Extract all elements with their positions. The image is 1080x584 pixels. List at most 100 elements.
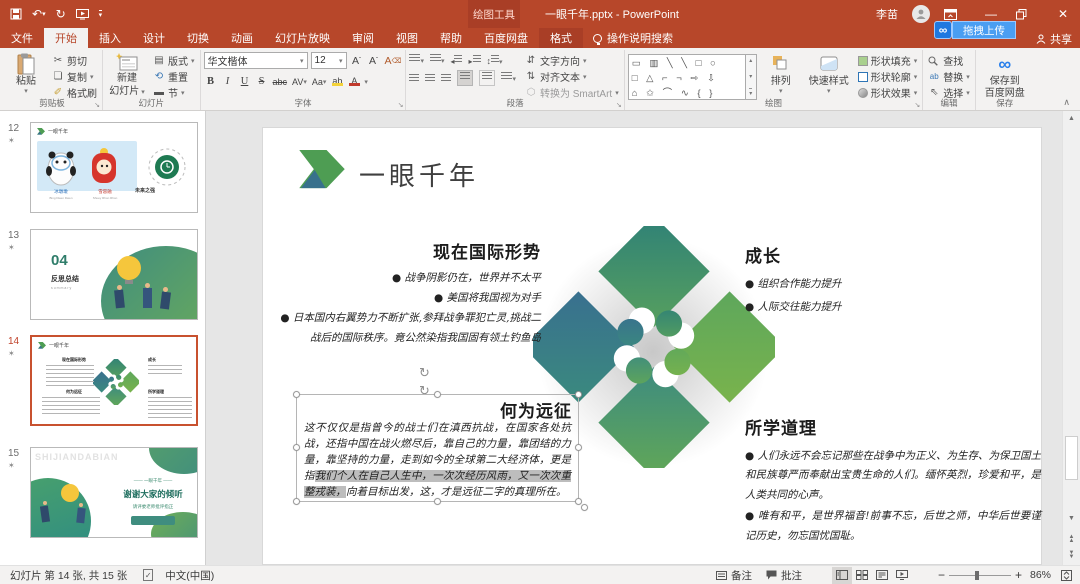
slide-thumbnail-14[interactable]: 一眼千年 现在国际形势 成长 何为远征 所学道理 bbox=[30, 335, 198, 426]
font-color-button[interactable]: A bbox=[347, 74, 361, 90]
save-icon[interactable] bbox=[10, 8, 22, 20]
copy-button[interactable]: ❏复制▾ bbox=[50, 69, 99, 84]
ribbon-display-options-icon[interactable] bbox=[944, 9, 966, 20]
align-center-button[interactable] bbox=[425, 74, 435, 83]
tab-transitions[interactable]: 切换 bbox=[176, 28, 220, 48]
text-direction-button[interactable]: ⇵文字方向▾ bbox=[523, 53, 621, 68]
slide-thumbnail-15[interactable]: SHIJIANDABIAN —— 一眼千年 —— 谢谢大家的倾听 请评委老师批评… bbox=[30, 447, 198, 538]
arrange-button[interactable]: 排列▾ bbox=[760, 51, 802, 97]
comments-button[interactable]: 批注 bbox=[766, 568, 802, 583]
clipboard-dialog-launcher[interactable]: ↘ bbox=[94, 101, 100, 109]
tab-home[interactable]: 开始 bbox=[44, 28, 88, 48]
decrease-indent-button[interactable]: ◂ bbox=[450, 55, 462, 66]
section-international[interactable]: 现在国际形势 ● 战争阴影仍在，世界并不太平 ● 美国将我国视为对手 ● 日本国… bbox=[273, 238, 541, 349]
slideshow-view-button[interactable] bbox=[892, 567, 912, 584]
zoom-in-button[interactable]: + bbox=[1015, 568, 1022, 582]
minimize-button[interactable]: — bbox=[980, 7, 1002, 21]
resize-handle[interactable] bbox=[434, 498, 441, 505]
increase-indent-button[interactable]: ▸ bbox=[468, 55, 480, 66]
tab-insert[interactable]: 插入 bbox=[88, 28, 132, 48]
share-button[interactable]: 共享 bbox=[1036, 31, 1072, 47]
spellcheck-icon[interactable]: ✓ bbox=[143, 569, 153, 581]
reset-button[interactable]: ⟲重置 bbox=[151, 69, 197, 84]
bold-button[interactable]: B bbox=[204, 74, 218, 90]
scroll-up-icon[interactable]: ▲ bbox=[1063, 111, 1080, 122]
tab-view[interactable]: 视图 bbox=[385, 28, 429, 48]
shape-gallery-scroll[interactable]: ▴▾▾ bbox=[746, 54, 757, 100]
resize-handle[interactable] bbox=[293, 498, 300, 505]
tab-help[interactable]: 帮助 bbox=[429, 28, 473, 48]
scrollbar-thumb[interactable] bbox=[1065, 436, 1078, 480]
distribute-button[interactable] bbox=[479, 70, 495, 86]
next-slide-button[interactable]: ▼▼ bbox=[1063, 551, 1080, 559]
tab-file[interactable]: 文件 bbox=[0, 28, 44, 48]
customize-qat-icon[interactable]: ▾ bbox=[99, 10, 103, 19]
normal-view-button[interactable] bbox=[832, 567, 852, 584]
notes-button[interactable]: 备注 bbox=[716, 568, 752, 583]
zoom-slider-thumb[interactable] bbox=[975, 571, 979, 580]
new-slide-button[interactable]: 新建 幻灯片 ▾ bbox=[106, 51, 148, 97]
shape-fill-button[interactable]: 形状填充▾ bbox=[856, 53, 920, 68]
collapse-ribbon-icon[interactable]: ∧ bbox=[1063, 97, 1070, 108]
shape-gallery[interactable]: ▭ ▥ ╲ ╲ □ ○ □ △ ⌐ ¬ ⇨ ⇩ ⌂ ✩ ⌒ ∿ { } bbox=[628, 54, 746, 100]
clear-format-button[interactable]: A⌫ bbox=[384, 53, 403, 69]
numbering-button[interactable]: ▾ bbox=[430, 54, 445, 66]
change-case-button[interactable]: Aa▾ bbox=[311, 74, 328, 90]
resize-handle[interactable] bbox=[575, 498, 582, 505]
drag-upload-button[interactable]: 拖拽上传 bbox=[952, 21, 1016, 39]
grow-font-button[interactable]: Aˆ bbox=[350, 53, 364, 69]
language-indicator[interactable]: 中文(中国) bbox=[165, 568, 214, 583]
font-name-combo[interactable]: 华文楷体▾ bbox=[204, 52, 308, 69]
resize-handle[interactable] bbox=[575, 391, 582, 398]
align-right-button[interactable] bbox=[441, 74, 451, 83]
font-dialog-launcher[interactable]: ↘ bbox=[398, 101, 404, 109]
columns-button[interactable]: ▾ bbox=[501, 72, 516, 84]
shadow-button[interactable]: abc bbox=[272, 74, 289, 90]
highlight-color-button[interactable]: ab bbox=[330, 74, 344, 90]
resize-handle[interactable] bbox=[575, 444, 582, 451]
section-lessons[interactable]: 所学道理 ● 人们永远不会忘记那些在战争中为正义、为生存、为保卫国土和民族尊严而… bbox=[745, 414, 1041, 546]
justify-button[interactable] bbox=[457, 70, 473, 86]
start-slideshow-icon[interactable] bbox=[76, 9, 89, 20]
replace-button[interactable]: ab替换▾ bbox=[926, 69, 972, 84]
scroll-down-icon[interactable]: ▼ bbox=[1063, 515, 1080, 522]
close-button[interactable]: ✕ bbox=[1052, 7, 1074, 21]
zoom-slider[interactable] bbox=[949, 575, 1011, 576]
avatar[interactable] bbox=[912, 5, 930, 23]
underline-button[interactable]: U bbox=[238, 74, 252, 90]
slide-editor[interactable]: 一眼千年 现在国际形势 ● 战争阴影仍在，世界并不太平 ● 美国将我国视为对手 … bbox=[262, 127, 1042, 565]
fit-to-window-icon[interactable] bbox=[1061, 570, 1072, 581]
tab-baidu-netdisk[interactable]: 百度网盘 bbox=[473, 28, 539, 48]
slide-thumbnail-12[interactable]: 一眼千年 冰墩墩Bing Dwen Dwen 雪容融Shuey Rhon Rho… bbox=[30, 122, 198, 213]
tab-format[interactable]: 格式 bbox=[539, 28, 583, 48]
previous-slide-button[interactable]: ▲▲ bbox=[1063, 535, 1080, 543]
drawing-dialog-launcher[interactable]: ↘ bbox=[914, 101, 920, 109]
selected-textbox[interactable]: 何为远征 这不仅仅是指曾今的战士们在滇西抗战，在国家各处抗战，还指中国在战火燃尽… bbox=[296, 394, 579, 502]
char-spacing-button[interactable]: AV▾ bbox=[291, 74, 308, 90]
undo-icon[interactable]: ↶▾ bbox=[32, 8, 46, 20]
restore-button[interactable] bbox=[1016, 9, 1038, 20]
cut-button[interactable]: ✂剪切 bbox=[50, 53, 99, 68]
paste-button[interactable]: 粘贴▾ bbox=[5, 51, 47, 97]
line-spacing-button[interactable]: ↕▾ bbox=[487, 55, 503, 66]
find-button[interactable]: 查找 bbox=[926, 53, 972, 68]
zoom-level[interactable]: 86% bbox=[1030, 569, 1051, 581]
rotate-handle-icon[interactable]: ↻ bbox=[419, 366, 430, 379]
tell-me-search[interactable]: 操作说明搜索 bbox=[583, 28, 683, 48]
italic-button[interactable]: I bbox=[221, 74, 235, 90]
slide-title[interactable]: 一眼千年 bbox=[359, 156, 479, 193]
vertical-scrollbar[interactable]: ▲ ▼ ▲▲ ▼▼ bbox=[1062, 111, 1080, 565]
font-size-combo[interactable]: 12▾ bbox=[311, 52, 347, 69]
section-growth[interactable]: 成长 ● 组织合作能力提升 ● 人际交往能力提升 bbox=[745, 242, 985, 318]
tab-animations[interactable]: 动画 bbox=[220, 28, 264, 48]
resize-handle[interactable] bbox=[293, 444, 300, 451]
tab-design[interactable]: 设计 bbox=[132, 28, 176, 48]
layout-button[interactable]: ▤版式▾ bbox=[151, 53, 197, 68]
tab-slideshow[interactable]: 幻灯片放映 bbox=[264, 28, 341, 48]
shrink-font-button[interactable]: Aˇ bbox=[367, 53, 381, 69]
slide-thumbnail-13[interactable]: 04 反思总结 s u m m a r y bbox=[30, 229, 198, 320]
redo-icon[interactable]: ↻ bbox=[56, 8, 66, 20]
shape-outline-button[interactable]: 形状轮廓▾ bbox=[856, 69, 920, 84]
zoom-out-button[interactable]: − bbox=[938, 568, 945, 582]
align-left-button[interactable] bbox=[409, 74, 419, 83]
